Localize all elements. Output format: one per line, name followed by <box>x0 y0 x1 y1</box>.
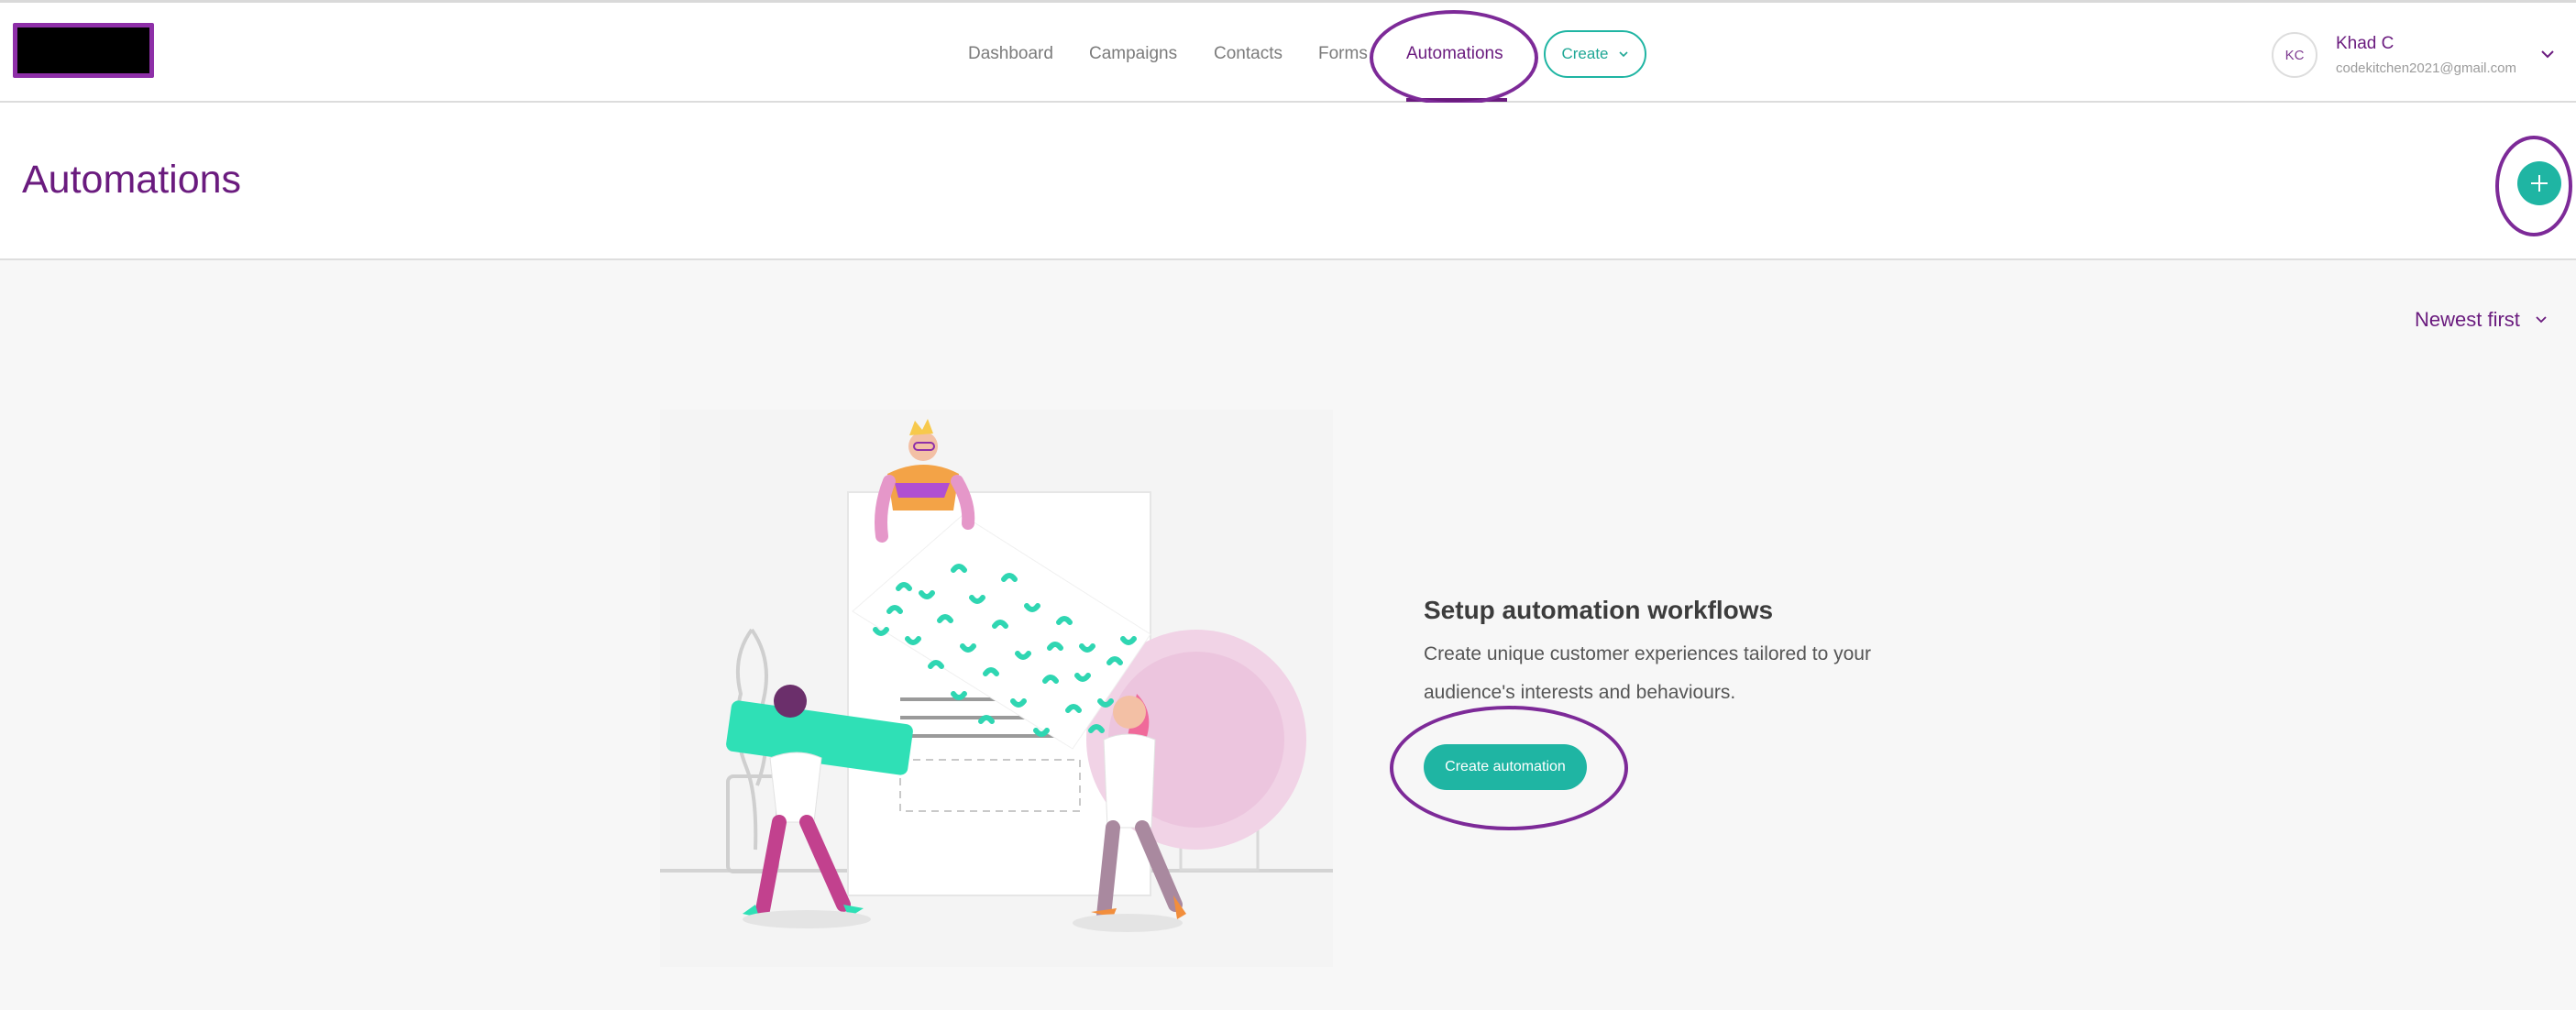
nav-forms[interactable]: Forms <box>1318 43 1368 65</box>
chevron-down-icon <box>2536 316 2547 324</box>
create-dropdown-button[interactable]: Create <box>1544 30 1646 78</box>
empty-state-illustration <box>660 410 1333 967</box>
user-name[interactable]: Khad C <box>2336 34 2394 54</box>
empty-state-title: Setup automation workflows <box>1424 596 1774 624</box>
sort-dropdown[interactable]: Newest first <box>2415 308 2548 332</box>
user-email: codekitchen2021@gmail.com <box>2336 60 2516 76</box>
sort-label: Newest first <box>2415 308 2520 331</box>
nav-contacts[interactable]: Contacts <box>1214 43 1282 65</box>
chevron-down-icon <box>1618 51 1628 58</box>
annotation-ring-nav <box>1370 10 1538 105</box>
avatar-initials: KC <box>2284 47 2305 63</box>
chevron-down-icon[interactable] <box>2539 49 2556 60</box>
page: Dashboard Campaigns Contacts Forms Autom… <box>0 0 2576 1010</box>
nav-dashboard[interactable]: Dashboard <box>968 43 1053 65</box>
empty-state-description-cont: audience's interests and behaviours. <box>1424 682 1736 703</box>
create-label: Create <box>1561 45 1609 62</box>
empty-state-description: Create unique customer experiences tailo… <box>1424 643 1871 664</box>
annotation-ring-cta <box>1390 706 1628 830</box>
top-nav: Dashboard Campaigns Contacts Forms Autom… <box>0 0 2576 105</box>
logo[interactable] <box>13 23 154 78</box>
page-title: Automations <box>22 158 242 202</box>
nav-campaigns[interactable]: Campaigns <box>1089 43 1177 65</box>
annotation-ring-add <box>2495 136 2572 236</box>
page-header: Automations <box>0 103 2576 260</box>
avatar[interactable]: KC <box>2272 32 2317 78</box>
